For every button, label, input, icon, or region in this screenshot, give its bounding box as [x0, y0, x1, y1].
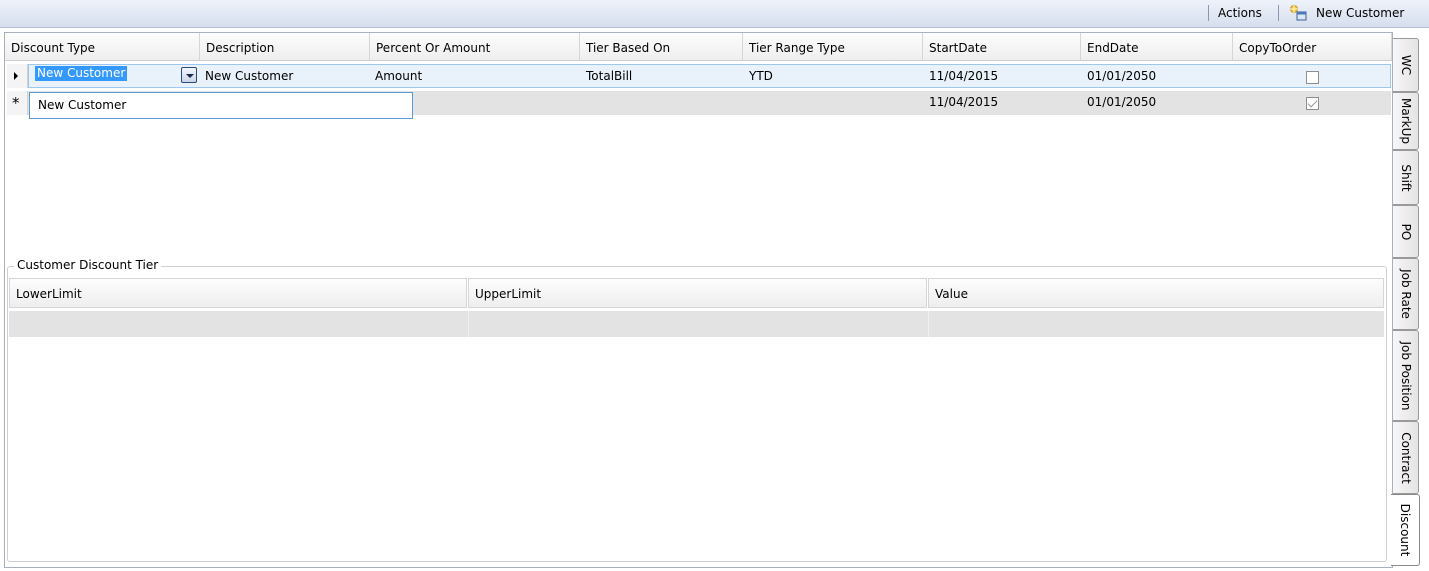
new-customer-icon[interactable] [1288, 4, 1308, 22]
cell-start-date[interactable]: 11/04/2015 [929, 95, 998, 109]
column-header-tier-based-on[interactable]: Tier Based On [580, 33, 743, 61]
discount-type-combo-input[interactable]: New Customer [35, 66, 128, 81]
column-header-start-date[interactable]: StartDate [923, 33, 1081, 61]
tab-discount[interactable]: Discount [1391, 494, 1420, 566]
cell-tier-based-on[interactable]: TotalBill [586, 69, 632, 83]
actions-menu[interactable]: Actions [1218, 6, 1262, 20]
toolbar-separator [1208, 5, 1209, 21]
tier-new-row[interactable] [9, 311, 1384, 337]
tab-job-rate[interactable]: Job Rate [1393, 258, 1419, 330]
cell-start-date[interactable]: 11/04/2015 [929, 69, 998, 83]
cell-end-date[interactable]: 01/01/2050 [1087, 69, 1156, 83]
discount-panel: Discount Type Description Percent Or Amo… [4, 32, 1393, 568]
new-row-header[interactable]: * [7, 91, 28, 115]
column-header-end-date[interactable]: EndDate [1081, 33, 1233, 61]
tab-markup[interactable]: MarkUp [1393, 92, 1419, 150]
top-toolbar: Actions New Customer [0, 0, 1429, 28]
current-row-icon [14, 72, 18, 80]
copy-to-order-checkbox[interactable] [1306, 71, 1319, 84]
chevron-down-icon[interactable] [181, 67, 197, 83]
dropdown-option[interactable]: New Customer [38, 98, 126, 112]
tab-shift[interactable]: Shift [1393, 150, 1419, 205]
column-header-lower-limit[interactable]: LowerLimit [9, 278, 467, 308]
column-header-copy-to-order[interactable]: CopyToOrder [1233, 33, 1392, 61]
tab-job-position[interactable]: Job Position [1393, 330, 1419, 421]
column-header-discount-type[interactable]: Discount Type [5, 33, 200, 61]
toolbar-separator [1278, 5, 1279, 21]
column-header-value[interactable]: Value [928, 278, 1384, 308]
new-customer-button[interactable]: New Customer [1316, 6, 1404, 20]
new-row-marker: * [12, 94, 20, 112]
cell-percent-or-amount[interactable]: Amount [375, 69, 422, 83]
tab-contract[interactable]: Contract [1393, 421, 1419, 494]
column-header-percent-or-amount[interactable]: Percent Or Amount [370, 33, 580, 61]
column-header-tier-range-type[interactable]: Tier Range Type [743, 33, 923, 61]
cell-description[interactable]: New Customer [205, 69, 293, 83]
row-header[interactable] [7, 64, 28, 88]
group-title: Customer Discount Tier [14, 258, 162, 272]
copy-to-order-checkbox[interactable] [1306, 97, 1319, 110]
column-header-upper-limit[interactable]: UpperLimit [468, 278, 927, 308]
tab-wc[interactable]: WC [1393, 38, 1419, 92]
tab-po[interactable]: PO [1393, 205, 1419, 258]
cell-tier-range-type[interactable]: YTD [749, 69, 773, 83]
cell-end-date[interactable]: 01/01/2050 [1087, 95, 1156, 109]
discount-type-dropdown-list[interactable]: New Customer [29, 92, 413, 119]
column-header-description[interactable]: Description [200, 33, 370, 61]
